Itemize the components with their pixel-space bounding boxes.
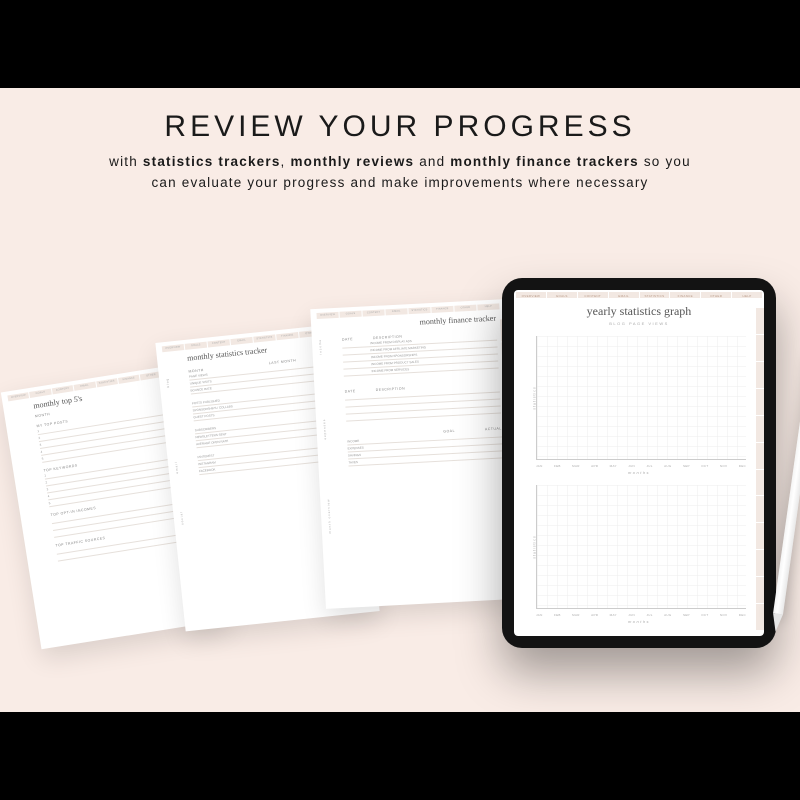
month: AUG	[664, 464, 671, 468]
tab: STATISTICS	[640, 292, 670, 298]
month: JUL	[646, 613, 652, 617]
tablet-mockup: OVERVIEWGOALSCONTENTEMAILSTATISTICSFINAN…	[502, 278, 776, 648]
month: NOV	[720, 613, 727, 617]
month: MAY	[610, 613, 617, 617]
chart-area-2: statistics	[536, 485, 746, 609]
screen-top-tabs: OVERVIEWGOALSCONTENTEMAILSTATISTICSFINAN…	[514, 290, 764, 300]
subheadline: with statistics trackers, monthly review…	[100, 152, 700, 194]
x-axis-months: JAN FEB MAR APR MAY JUN JUL AUG SEP OCT NOV DEC	[536, 613, 746, 617]
tab: OTHER	[701, 292, 731, 298]
y-axis-label: statistics	[533, 535, 537, 558]
side-label: month overview	[326, 499, 332, 534]
side-tabs	[756, 308, 764, 630]
month: OCT	[701, 464, 708, 468]
month: JUN	[628, 613, 635, 617]
month: APR	[591, 613, 598, 617]
month: JUN	[628, 464, 635, 468]
sub-text: ,	[281, 154, 291, 169]
tab: FINANCE	[118, 375, 140, 384]
tab: FINANCE	[670, 292, 700, 298]
tab: GOALS	[185, 342, 208, 350]
col-label: DATE	[342, 337, 353, 342]
cell: INCOME FROM SERVICES	[372, 367, 410, 373]
month: SEP	[683, 613, 690, 617]
tab: OVERVIEW	[7, 392, 29, 401]
sub-bold-2: monthly reviews	[290, 154, 414, 169]
tab: OTHER	[454, 305, 476, 312]
headline: REVIEW YOUR PROGRESS	[0, 88, 800, 144]
month: MAY	[610, 464, 617, 468]
tab: GOALS	[547, 292, 577, 298]
tab: EMAIL	[230, 337, 253, 345]
tab: OVERVIEW	[516, 292, 546, 298]
chart-area-1: statistics	[536, 336, 746, 460]
sub-bold-1: statistics trackers	[143, 154, 281, 169]
side-label: blog	[165, 378, 170, 388]
month: MAR	[572, 464, 580, 468]
promo-canvas: REVIEW YOUR PROGRESS with statistics tra…	[0, 88, 800, 712]
month: APR	[591, 464, 598, 468]
month: JUL	[646, 464, 652, 468]
side-label: email	[174, 461, 179, 474]
month: FEB	[554, 464, 561, 468]
tab: HELP	[477, 303, 499, 310]
x-axis-label: months	[514, 470, 764, 475]
side-label: social	[179, 511, 184, 525]
month: JAN	[536, 464, 543, 468]
tab: OVERVIEW	[162, 344, 185, 352]
tab: FINANCE	[431, 306, 453, 313]
tab: CONTENT	[578, 292, 608, 298]
col-label: GOAL	[443, 429, 455, 434]
tab: OVERVIEW	[316, 312, 338, 319]
tablet-screen: OVERVIEWGOALSCONTENTEMAILSTATISTICSFINAN…	[514, 290, 764, 636]
sub-bold-3: monthly finance trackers	[450, 154, 639, 169]
side-label: income	[318, 339, 323, 355]
cell: INCOME FROM DISPLAY ADS	[370, 339, 412, 345]
sub-text: and	[414, 154, 450, 169]
chart-title: yearly statistics graph	[514, 304, 764, 319]
x-axis-label: months	[514, 619, 764, 624]
chart-subtitle: BLOG PAGE VIEWS	[514, 321, 764, 326]
month: DEC	[739, 464, 746, 468]
sub-text: with	[109, 154, 143, 169]
sheet-monthly-finance: OVERVIEWGOALSCONTENTEMAILSTATISTICSFINAN…	[310, 299, 520, 609]
tab: GOALS	[29, 389, 51, 398]
tab: CONTENT	[52, 385, 74, 394]
col-label: DATE	[345, 389, 356, 394]
month: NOV	[720, 464, 727, 468]
month: DEC	[739, 613, 746, 617]
x-axis-months: JAN FEB MAR APR MAY JUN JUL AUG SEP OCT NOV DEC	[536, 464, 746, 468]
tab: FINANCE	[276, 332, 299, 340]
month: FEB	[554, 613, 561, 617]
tab: STATISTICS	[96, 378, 118, 387]
tab: STATISTICS	[253, 334, 276, 342]
tab: GOALS	[339, 311, 361, 318]
stylus-icon	[770, 349, 800, 638]
tab: HELP	[732, 292, 762, 298]
tab: CONTENT	[208, 339, 231, 347]
month: OCT	[701, 613, 708, 617]
month: SEP	[683, 464, 690, 468]
tab: EMAIL	[385, 308, 407, 315]
tab: STATISTICS	[408, 307, 430, 314]
tab: EMAIL	[74, 382, 96, 391]
y-axis-label: statistics	[533, 386, 537, 409]
tab: EMAIL	[609, 292, 639, 298]
month: JAN	[536, 613, 543, 617]
tab: CONTENT	[362, 309, 384, 316]
side-label: expenses	[322, 419, 327, 440]
month: AUG	[664, 613, 671, 617]
month: MAR	[572, 613, 580, 617]
